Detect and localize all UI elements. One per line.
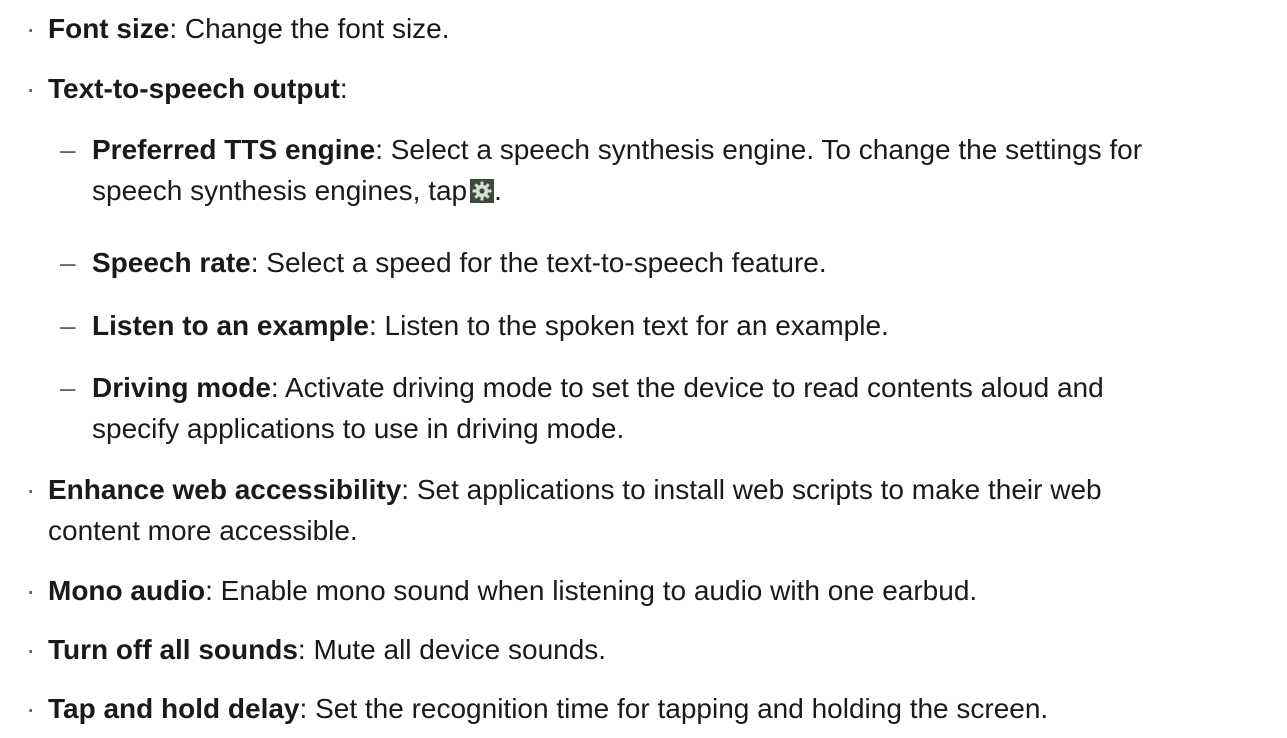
bullet-marker: ·: [26, 13, 36, 44]
item-description: speech synthesis engines, tap: [92, 175, 468, 206]
list-item-tap-and-hold-delay: Tap and hold delay: Set the recognition …: [48, 688, 1048, 729]
item-description: : Activate driving mode to set the devic…: [270, 372, 1104, 403]
bullet-marker: ·: [26, 73, 36, 104]
dash-marker: –: [60, 247, 76, 278]
item-description: : Mute all device sounds.: [297, 634, 607, 665]
settings-description-list: · Font size: Change the font size. · Tex…: [0, 0, 1287, 738]
item-description: : Enable mono sound when listening to au…: [205, 575, 978, 606]
item-term: Speech rate: [92, 247, 251, 278]
list-item-text-to-speech-output: Text-to-speech output:: [48, 68, 348, 109]
item-term: Mono audio: [48, 575, 206, 606]
bullet-marker: ·: [26, 474, 36, 505]
dash-marker: –: [60, 134, 76, 165]
item-description-end: .: [494, 175, 502, 206]
item-description: : Set applications to install web script…: [401, 474, 1102, 505]
list-item-preferred-tts-engine-continued: speech synthesis engines, tap.: [92, 170, 502, 211]
list-item-driving-mode-continued: specify applications to use in driving m…: [92, 408, 624, 449]
item-description: specify applications to use in driving m…: [92, 413, 625, 444]
item-term: Tap and hold delay: [48, 693, 300, 724]
list-item-mono-audio: Mono audio: Enable mono sound when liste…: [48, 570, 977, 611]
list-item-preferred-tts-engine: Preferred TTS engine: Select a speech sy…: [92, 129, 1142, 170]
item-description: : Change the font size.: [169, 13, 450, 44]
dash-marker: –: [60, 372, 76, 403]
item-term: Text-to-speech output: [48, 73, 340, 104]
bullet-marker: ·: [26, 575, 36, 606]
item-description: : Select a speed for the text-to-speech …: [250, 247, 827, 278]
item-term: Enhance web accessibility: [48, 474, 402, 505]
bullet-marker: ·: [26, 693, 36, 724]
list-item-font-size: Font size: Change the font size.: [48, 8, 450, 49]
item-description: :: [339, 73, 348, 104]
item-description: content more accessible.: [48, 515, 358, 546]
item-term: Listen to an example: [92, 310, 369, 341]
dash-marker: –: [60, 310, 76, 341]
list-item-enhance-web-accessibility-continued: content more accessible.: [48, 510, 358, 551]
item-term: Font size: [48, 13, 170, 44]
list-item-driving-mode: Driving mode: Activate driving mode to s…: [92, 367, 1104, 408]
bullet-marker: ·: [26, 634, 36, 665]
list-item-enhance-web-accessibility: Enhance web accessibility: Set applicati…: [48, 469, 1102, 510]
item-description: : Select a speech synthesis engine. To c…: [375, 134, 1143, 165]
list-item-turn-off-all-sounds: Turn off all sounds: Mute all device sou…: [48, 629, 606, 670]
gear-icon: [470, 179, 495, 203]
list-item-speech-rate: Speech rate: Select a speed for the text…: [92, 242, 827, 283]
item-term: Preferred TTS engine: [92, 134, 376, 165]
item-term: Turn off all sounds: [48, 634, 298, 665]
item-description: : Set the recognition time for tapping a…: [299, 693, 1049, 724]
item-term: Driving mode: [92, 372, 271, 403]
item-description: : Listen to the spoken text for an examp…: [368, 310, 889, 341]
list-item-listen-to-an-example: Listen to an example: Listen to the spok…: [92, 305, 889, 346]
